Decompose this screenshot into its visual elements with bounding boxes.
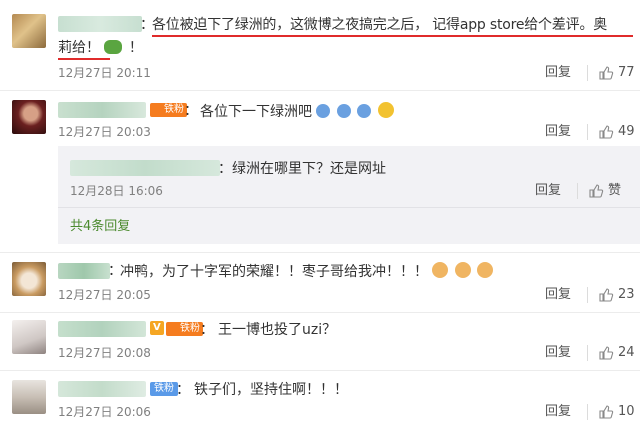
like-label: 赞 (608, 183, 622, 198)
comment-text-line: 冲鸭，为了十字军的荣耀！！枣子哥给我冲！！！ (120, 262, 495, 281)
thumbs-up-icon (599, 346, 614, 360)
divider (587, 404, 588, 420)
like-button[interactable]: 23 (598, 287, 635, 303)
comment-text-part: 莉给！ (58, 40, 100, 56)
comment-text-line2: 莉给！ ！ (58, 39, 143, 57)
comment-time: 12月27日 20:03 (58, 125, 151, 139)
reply-button[interactable]: 回复 (535, 183, 561, 199)
sub-reply-text: 绿洲在哪里下？还是网址 (232, 161, 386, 177)
avatar[interactable] (12, 14, 46, 48)
crying-face-icon (336, 104, 351, 118)
colon: ： (200, 322, 214, 338)
fan-badge: 铁粉 (150, 382, 178, 396)
like-count: 10 (618, 404, 635, 419)
like-button[interactable]: 24 (598, 345, 635, 361)
comment-text: 王一博也投了uzi？ (218, 322, 337, 338)
cat-face-icon (454, 262, 471, 278)
comment-text: 铁子们，坚持住啊！！！ (194, 382, 348, 398)
like-count: 49 (618, 124, 635, 139)
caterpillar-icon (104, 40, 123, 54)
divider (0, 370, 640, 371)
username-blurred[interactable] (58, 16, 142, 32)
comment-time: 12月27日 20:08 (58, 346, 151, 360)
divider (0, 312, 640, 313)
avatar[interactable] (12, 100, 46, 134)
comment-time: 12月27日 20:11 (58, 66, 151, 80)
avatar[interactable] (12, 320, 46, 354)
cat-face-icon (432, 262, 449, 278)
thumbs-up-icon (599, 288, 614, 302)
divider (587, 124, 588, 140)
divider (587, 65, 588, 81)
like-button[interactable]: 49 (598, 124, 635, 140)
verified-badge: V (150, 321, 164, 335)
crying-face-icon (357, 104, 372, 118)
sub-divider (58, 207, 640, 208)
reply-button[interactable]: 回复 (545, 404, 571, 420)
thumbs-up-icon (599, 66, 614, 80)
comment-text: 各位下一下绿洲吧 (200, 104, 312, 120)
sub-reply-time: 12月28日 16:06 (70, 184, 163, 198)
comment-time: 12月27日 20:05 (58, 288, 151, 302)
divider (587, 345, 588, 361)
colon: ： (218, 161, 232, 177)
like-button[interactable]: 77 (598, 65, 635, 81)
username-blurred[interactable] (58, 102, 146, 118)
avatar[interactable] (12, 380, 46, 414)
like-count: 24 (618, 345, 635, 360)
divider (0, 90, 640, 91)
thumbs-up-icon (599, 405, 614, 419)
cat-face-icon (477, 262, 494, 278)
username-blurred[interactable] (70, 160, 220, 176)
sad-face-icon (377, 102, 394, 118)
avatar[interactable] (12, 262, 46, 296)
divider (587, 287, 588, 303)
crying-face-icon (316, 104, 331, 118)
username-blurred[interactable] (58, 263, 110, 279)
highlight-underline (152, 35, 633, 37)
comment-time: 12月27日 20:06 (58, 405, 151, 419)
view-all-replies-link[interactable]: 共4条回复 (70, 218, 130, 236)
divider (577, 183, 578, 199)
username-blurred[interactable] (58, 381, 146, 397)
fan-badge: 铁粉 (150, 103, 187, 117)
comment-text-part: ！ (128, 40, 143, 56)
like-button[interactable]: 10 (598, 404, 635, 420)
comment-text: 冲鸭，为了十字军的荣耀！！枣子哥给我冲！！！ (120, 264, 428, 280)
reply-button[interactable]: 回复 (545, 345, 571, 361)
reply-button[interactable]: 回复 (545, 124, 571, 140)
thumbs-up-icon (589, 184, 604, 198)
comment-text-line: 各位下一下绿洲吧 (200, 102, 396, 121)
divider (0, 252, 640, 253)
reply-button[interactable]: 回复 (545, 65, 571, 81)
comment-text: 各位被迫下了绿洲的，这微博之夜搞完之后， 记得app store给个差评。奥 (152, 17, 608, 33)
like-count: 23 (618, 287, 635, 302)
highlight-underline (58, 58, 110, 60)
like-count: 77 (618, 65, 635, 80)
colon: ： (184, 103, 198, 119)
like-button[interactable]: 赞 (588, 183, 621, 199)
fan-badge: 铁粉 (166, 322, 203, 336)
colon: ： (176, 382, 190, 398)
thumbs-up-icon (599, 125, 614, 139)
reply-button[interactable]: 回复 (545, 287, 571, 303)
username-blurred[interactable] (58, 321, 146, 337)
